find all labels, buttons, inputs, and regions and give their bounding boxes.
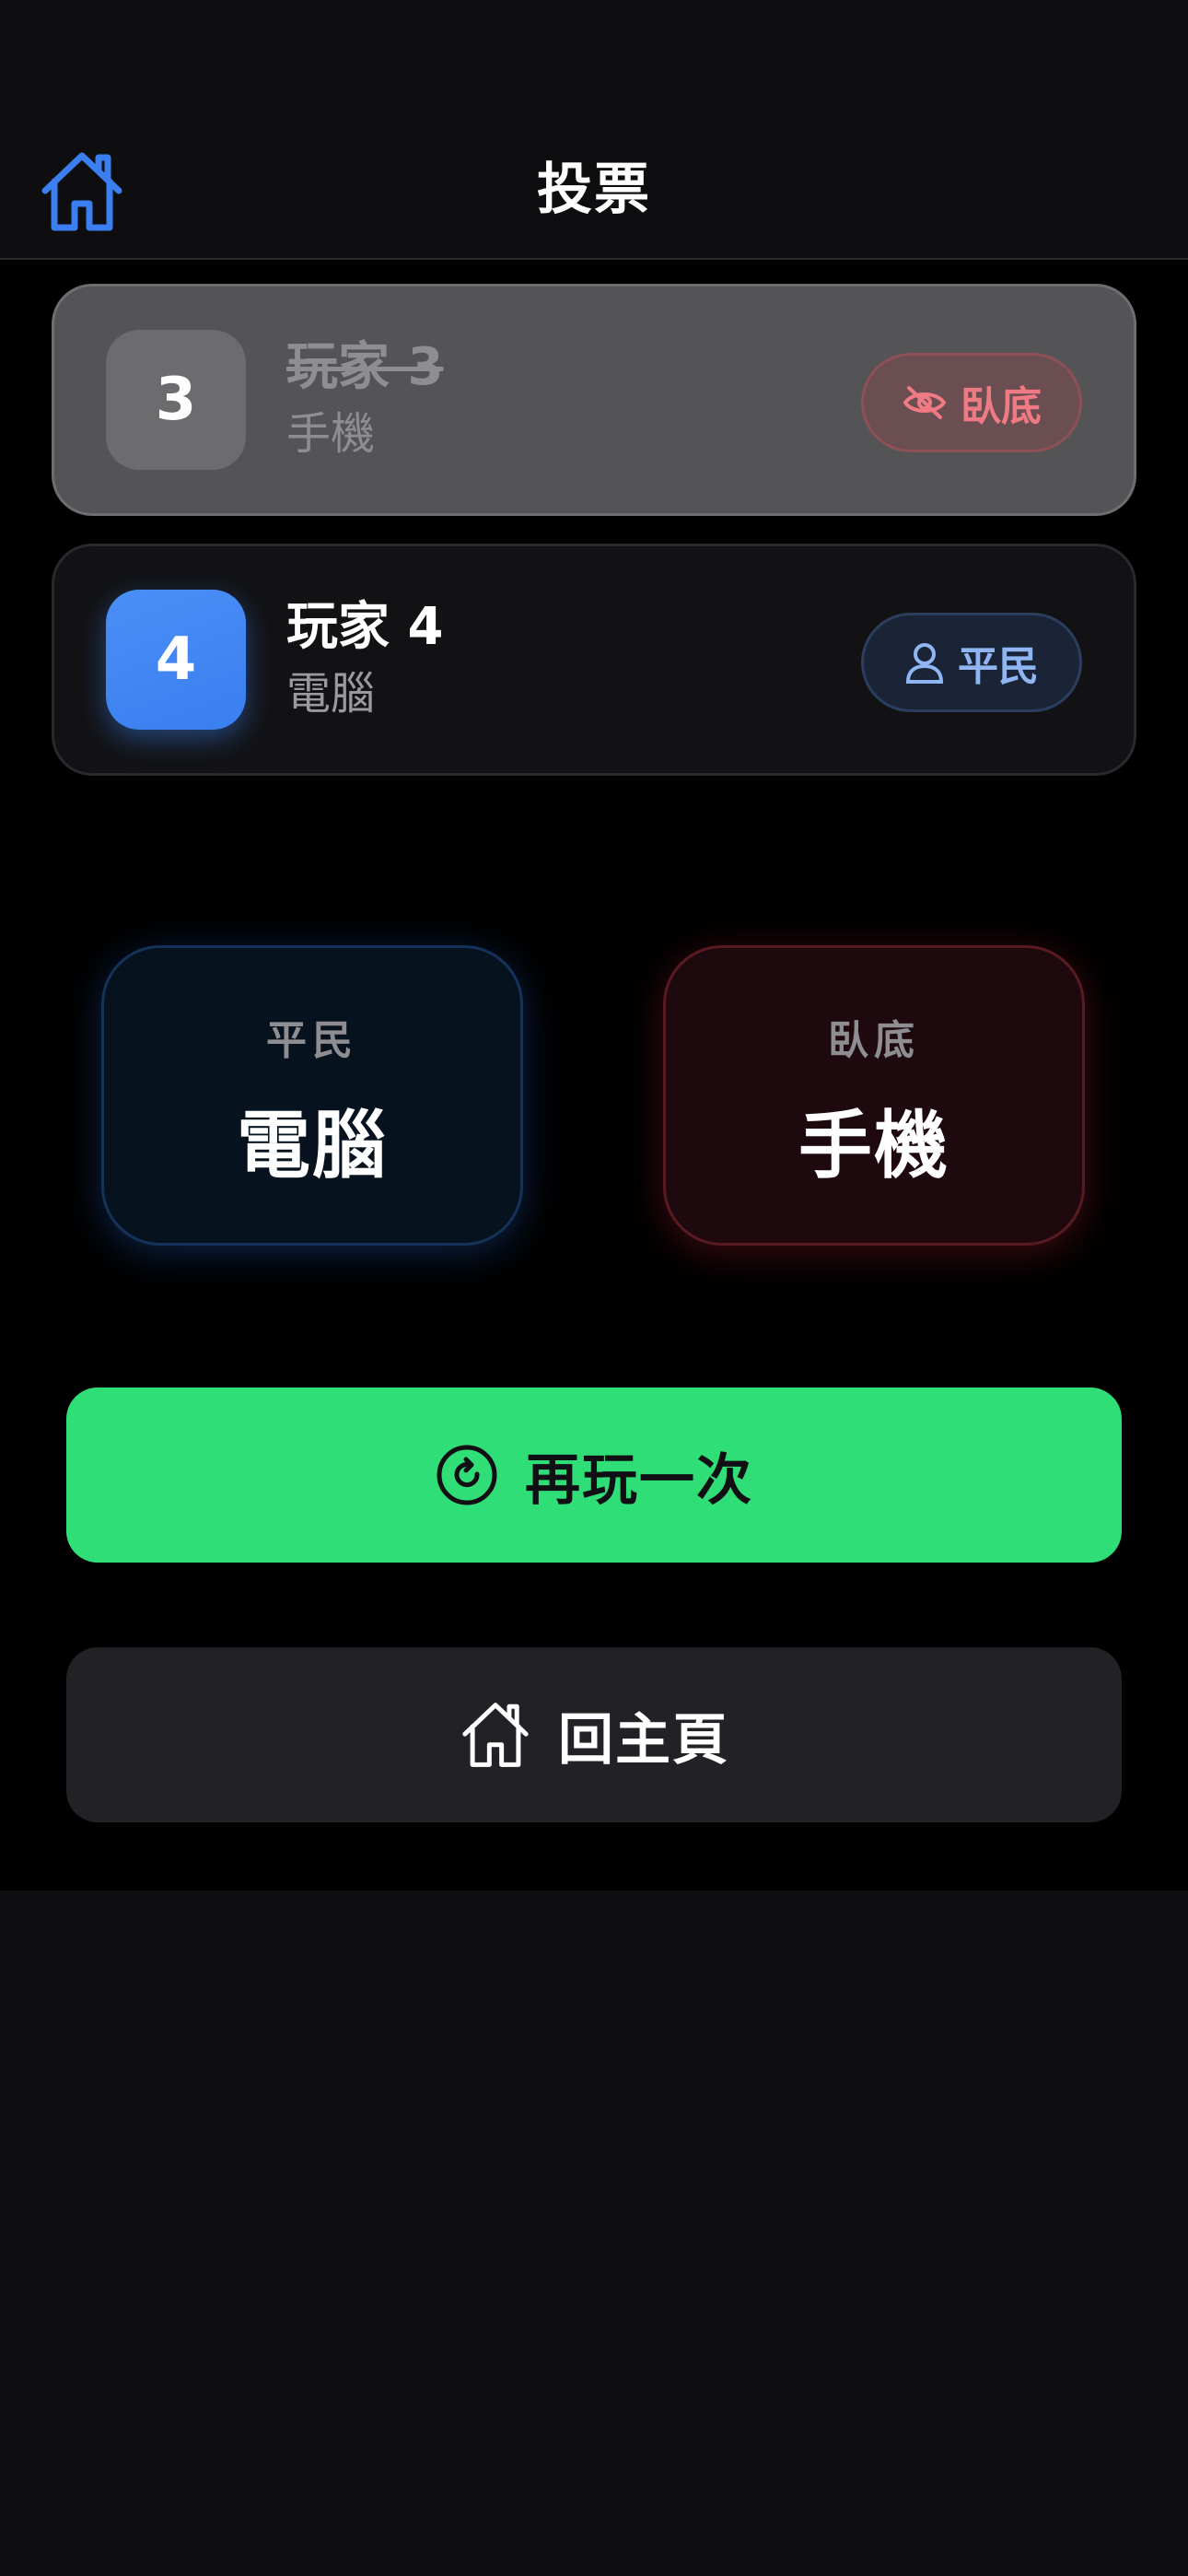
nav-bar: 投票 [0, 120, 1188, 260]
status-bar [0, 0, 1188, 120]
role-tag-spy: 臥底 [861, 353, 1082, 452]
eye-slash-icon [903, 386, 947, 419]
player-name: 玩家 4 [286, 597, 444, 657]
player-info: 玩家 3 手機 [286, 335, 443, 464]
civilian-word-card: 平民 電腦 [101, 945, 523, 1246]
play-again-label: 再玩一次 [525, 1447, 753, 1513]
civilian-word: 電腦 [237, 1103, 388, 1188]
replay-icon [437, 1445, 497, 1505]
return-home-label: 回主頁 [558, 1707, 729, 1773]
page-title: 投票 [537, 158, 651, 222]
return-home-button[interactable]: 回主頁 [66, 1647, 1122, 1822]
spy-role-label: 臥底 [828, 1017, 920, 1064]
role-label: 平民 [958, 643, 1039, 690]
player-number-badge: 4 [106, 590, 246, 730]
bottom-area [0, 1891, 1188, 2576]
spy-word-card: 臥底 手機 [663, 945, 1085, 1246]
role-label: 臥底 [961, 383, 1042, 430]
player-word: 手機 [286, 408, 376, 460]
civilian-role-label: 平民 [266, 1017, 358, 1064]
player-card-eliminated: 3 玩家 3 手機 臥底 [52, 284, 1136, 516]
home-icon [462, 1703, 529, 1767]
player-name: 玩家 3 [286, 337, 444, 397]
main-content: 3 玩家 3 手機 臥底 4 玩家 4 電腦 平民 平民 電腦 臥底 手機 再玩… [0, 260, 1188, 1891]
player-card-active: 4 玩家 4 電腦 平民 [52, 544, 1136, 776]
person-icon [905, 643, 944, 684]
player-number-badge: 3 [106, 330, 246, 470]
spy-word: 手機 [798, 1103, 949, 1188]
play-again-button[interactable]: 再玩一次 [66, 1388, 1122, 1563]
player-info: 玩家 4 電腦 [286, 595, 443, 724]
player-word: 電腦 [286, 668, 376, 720]
role-tag-civilian: 平民 [861, 613, 1082, 712]
